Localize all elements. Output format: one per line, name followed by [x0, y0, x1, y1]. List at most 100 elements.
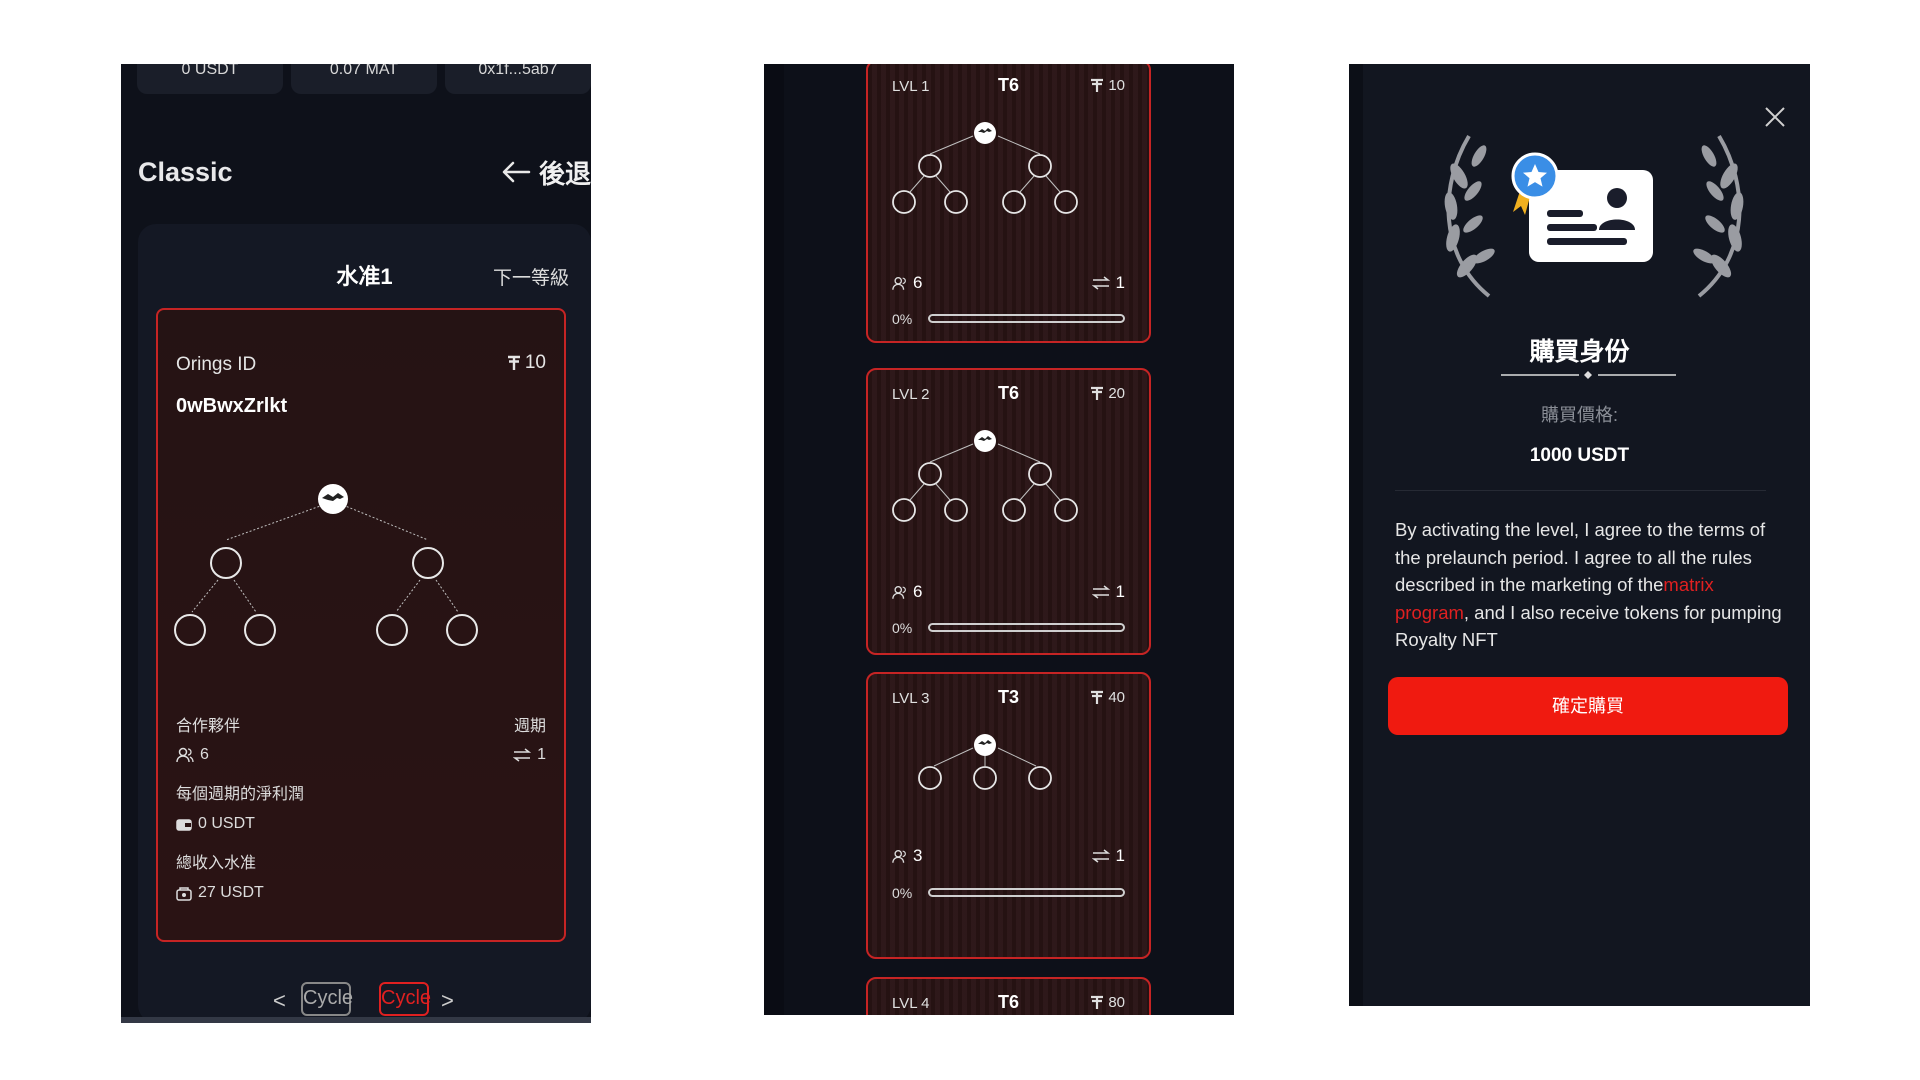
- orings-id-label: Orings ID: [176, 354, 257, 375]
- purchase-modal: 購買身份 購買價格: 1000 USDT By activating the l…: [1349, 64, 1810, 1006]
- laurel-icon: [1693, 134, 1744, 298]
- matrix-node: [1028, 766, 1052, 790]
- level-price-value: 40: [1108, 689, 1125, 706]
- net-profit-stat: 0 USDT: [176, 815, 255, 833]
- wallet-icon: [176, 818, 192, 831]
- close-icon[interactable]: [1764, 106, 1786, 128]
- net-profit-label: 每個週期的淨利潤: [176, 786, 305, 803]
- matrix-node: [174, 614, 206, 646]
- level-price-value: 20: [1108, 385, 1125, 402]
- matrix-node: [210, 547, 242, 579]
- partners-count: 6: [913, 273, 923, 292]
- level-price: 10: [1090, 77, 1125, 94]
- progress-label: 0%: [892, 311, 913, 327]
- matrix-node: [1054, 498, 1078, 522]
- tether-icon: [1091, 690, 1104, 704]
- progress-label: 0%: [892, 885, 913, 901]
- avatar-node-icon: [974, 122, 996, 144]
- cycle-stat: 1: [1091, 582, 1125, 602]
- avatar-node-icon: [318, 484, 348, 514]
- partners-stat: 3: [892, 846, 922, 866]
- progress-label: 0%: [892, 620, 913, 636]
- matrix-node: [1028, 154, 1052, 178]
- cycle-icon: [1091, 849, 1110, 863]
- partners-icon: [176, 747, 194, 763]
- cycle-stat: 1: [1091, 273, 1125, 293]
- matrix-node: [412, 547, 444, 579]
- cycle-icon: [1091, 276, 1110, 290]
- id-badge-emblem: [1444, 134, 1744, 298]
- matrix-node: [1002, 498, 1026, 522]
- total-income-value: 27 USDT: [198, 884, 264, 901]
- matrix-card[interactable]: Orings ID 10 0wBwxZrlkt 合作夥伴 週期 6 1 每個週期…: [156, 308, 566, 942]
- partners-stat: 6: [892, 582, 922, 602]
- back-button[interactable]: 後退: [501, 154, 591, 191]
- modal-title: 購買身份: [1529, 338, 1630, 366]
- matrix-node: [918, 154, 942, 178]
- cycle-pager: < Cycle Cycle >: [121, 982, 591, 1016]
- partners-icon: [892, 849, 906, 863]
- matrix-node: [446, 614, 478, 646]
- pager-next-button[interactable]: >: [441, 988, 454, 1014]
- cycle-icon: [513, 748, 532, 762]
- level-price-value: 10: [524, 352, 546, 373]
- level-section: 水准1 下一等級 Orings ID 10 0wBwxZrlkt 合作夥伴 週期…: [138, 224, 591, 1023]
- level-card[interactable]: LVL 4 T6 80: [866, 977, 1151, 1015]
- level-price: 10: [506, 352, 546, 374]
- pager-prev-button[interactable]: <: [273, 988, 286, 1014]
- panel-edge: [764, 64, 784, 1015]
- usdt-balance-chip: 0 USDT: [137, 64, 283, 94]
- price-label: 購買價格:: [1540, 405, 1618, 425]
- cycle-label: 週期: [513, 718, 546, 735]
- level-card[interactable]: LVL 1 T6 10 6 1 0%: [866, 64, 1151, 343]
- matrix-node: [944, 498, 968, 522]
- price-value: 1000 USDT: [1529, 445, 1630, 466]
- progress-bar: [928, 623, 1125, 632]
- income-icon: [176, 886, 192, 901]
- level-title-row: 水准1 下一等級: [138, 259, 591, 289]
- cycle-page-button-active[interactable]: Cycle: [379, 982, 431, 1016]
- laurel-icon: [1444, 134, 1495, 298]
- matrix-node: [1002, 190, 1026, 214]
- net-profit-value: 0 USDT: [198, 815, 255, 832]
- level-card[interactable]: LVL 3 T3 40 3 1 0%: [866, 672, 1151, 959]
- level-price: 80: [1090, 994, 1125, 1011]
- wallet-address-chip[interactable]: 0x1f...5ab7: [445, 64, 591, 94]
- confirm-purchase-button[interactable]: 確定購買: [1388, 677, 1788, 735]
- back-label: 後退: [538, 158, 591, 189]
- next-level-link[interactable]: 下一等級: [493, 263, 569, 290]
- partners-stat: 6: [176, 746, 209, 764]
- partners-stat: 6: [892, 273, 922, 293]
- matrix-node: [376, 614, 408, 646]
- tether-icon: [507, 355, 520, 370]
- matrix-tree: [892, 430, 1078, 522]
- partners-label: 合作夥伴: [176, 718, 241, 735]
- avatar-node-icon: [974, 430, 996, 452]
- matrix-node: [892, 498, 916, 522]
- divider: [1395, 490, 1766, 491]
- total-income-label: 總收入水准: [176, 855, 257, 872]
- page-title: Classic: [138, 156, 233, 187]
- partners-count: 6: [200, 746, 209, 763]
- matrix-node: [244, 614, 276, 646]
- balance-chips: 0 USDT 0.07 MAT 0x1f...5ab7: [137, 64, 591, 94]
- level-card[interactable]: LVL 2 T6 20 6 1 0%: [866, 368, 1151, 655]
- level-price: 20: [1090, 385, 1125, 402]
- matrix-node: [1028, 462, 1052, 486]
- matic-balance-chip: 0.07 MAT: [291, 64, 437, 94]
- cycle-page-button[interactable]: Cycle: [301, 982, 353, 1016]
- matrix-node: [973, 766, 997, 790]
- matrix-tree: [174, 484, 478, 646]
- partners-count: 6: [913, 582, 923, 601]
- avatar-node-icon: [974, 734, 996, 756]
- level-price-value: 10: [1108, 77, 1125, 94]
- cycle-count: 1: [1115, 846, 1125, 865]
- progress-bar: [928, 888, 1125, 897]
- scrollbar[interactable]: [121, 1017, 591, 1023]
- cycle-count: 1: [1115, 273, 1125, 292]
- matrix-tree: [892, 122, 1078, 214]
- matrix-node: [918, 766, 942, 790]
- level-detail-panel: 0 USDT 0.07 MAT 0x1f...5ab7 Classic 後退 水…: [121, 64, 591, 1023]
- matrix-node: [892, 190, 916, 214]
- matrix-tree: [918, 734, 1052, 790]
